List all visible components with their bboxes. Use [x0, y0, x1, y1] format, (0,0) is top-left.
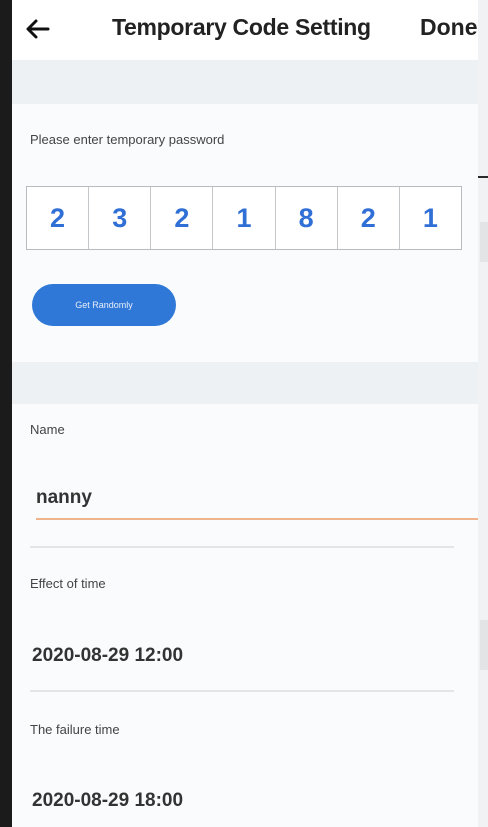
password-digit[interactable]: 3 [89, 187, 152, 249]
get-randomly-button[interactable]: Get Randomly [32, 284, 176, 326]
device-frame: Temporary Code Setting Done Please enter… [0, 0, 488, 827]
password-digit[interactable]: 2 [27, 187, 90, 249]
effect-time-value[interactable]: 2020-08-29 12:00 [32, 645, 183, 667]
password-digit-row[interactable]: 2 3 2 1 8 2 1 [26, 186, 462, 250]
header-bar: Temporary Code Setting Done [12, 0, 478, 60]
password-digit[interactable]: 1 [400, 187, 461, 249]
name-label: Name [30, 422, 65, 437]
name-input[interactable]: nanny [36, 478, 478, 520]
details-section: Name Effect of time The failure time [12, 404, 478, 827]
background-window-edge [478, 0, 488, 827]
password-prompt: Please enter temporary password [30, 132, 225, 147]
edge-shape [480, 620, 488, 670]
edge-shape [480, 222, 488, 262]
app-screen: Temporary Code Setting Done Please enter… [12, 0, 478, 827]
password-digit[interactable]: 1 [213, 187, 276, 249]
effect-time-label: Effect of time [30, 576, 106, 591]
password-digit[interactable]: 8 [276, 187, 338, 249]
edge-line [478, 176, 488, 178]
arrow-left-icon [26, 19, 50, 39]
password-digit[interactable]: 2 [338, 187, 400, 249]
page-title: Temporary Code Setting [112, 14, 371, 40]
divider [30, 690, 454, 692]
password-digit[interactable]: 2 [151, 187, 214, 249]
back-button[interactable] [20, 12, 54, 46]
failure-time-label: The failure time [30, 722, 120, 737]
section-spacer [12, 60, 478, 104]
divider [30, 546, 454, 548]
section-spacer [12, 362, 478, 404]
done-button[interactable]: Done [420, 14, 478, 41]
failure-time-value[interactable]: 2020-08-29 18:00 [32, 790, 183, 812]
